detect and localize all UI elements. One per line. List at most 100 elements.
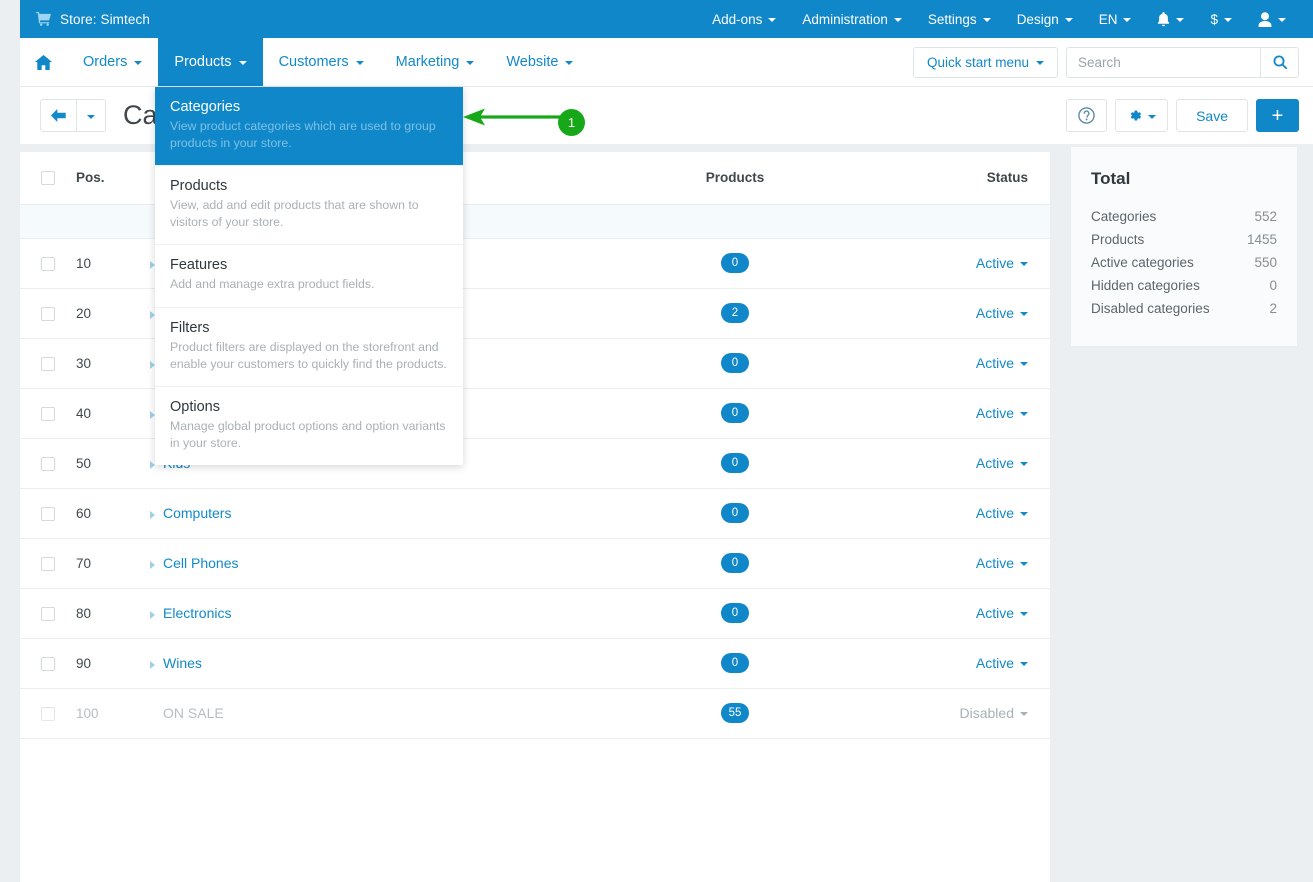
total-row-active-categories: Active categories 550 bbox=[1091, 251, 1277, 274]
select-all-checkbox[interactable] bbox=[41, 171, 55, 185]
products-count-badge[interactable]: 0 bbox=[721, 353, 749, 373]
row-checkbox[interactable] bbox=[41, 357, 55, 371]
help-button[interactable] bbox=[1066, 99, 1107, 132]
menu-item-title: Products bbox=[170, 178, 448, 194]
topnav-notifications[interactable] bbox=[1144, 0, 1197, 38]
category-link[interactable]: Electronics bbox=[163, 605, 231, 621]
expand-triangle-icon[interactable] bbox=[150, 511, 155, 519]
menu-item-filters[interactable]: Filters Product filters are displayed on… bbox=[155, 308, 463, 387]
status-dropdown[interactable]: Active bbox=[976, 305, 1028, 321]
products-count-badge[interactable]: 55 bbox=[721, 703, 750, 723]
menu-item-categories[interactable]: Categories View product categories which… bbox=[155, 87, 463, 166]
tab-marketing[interactable]: Marketing bbox=[380, 38, 491, 86]
tab-orders[interactable]: Orders bbox=[67, 38, 158, 86]
add-category-button[interactable]: + bbox=[1256, 99, 1299, 132]
search-button[interactable] bbox=[1260, 47, 1299, 78]
store-switcher[interactable]: Store: Simtech bbox=[20, 12, 150, 27]
back-button[interactable] bbox=[40, 99, 77, 132]
status-label: Active bbox=[976, 605, 1014, 621]
total-panel: Total Categories 552 Products 1455 Activ… bbox=[1070, 146, 1298, 347]
products-count-badge[interactable]: 0 bbox=[721, 553, 749, 573]
menu-item-title: Filters bbox=[170, 320, 448, 336]
row-checkbox-cell bbox=[20, 588, 76, 638]
row-status-cell: Active bbox=[850, 438, 1050, 488]
products-count-badge[interactable]: 0 bbox=[721, 503, 749, 523]
status-dropdown[interactable]: Active bbox=[976, 455, 1028, 471]
back-dropdown-button[interactable] bbox=[77, 99, 106, 132]
menu-item-products[interactable]: Products View, add and edit products tha… bbox=[155, 166, 463, 245]
status-dropdown[interactable]: Active bbox=[976, 405, 1028, 421]
search-input[interactable] bbox=[1066, 47, 1260, 78]
row-checkbox[interactable] bbox=[41, 307, 55, 321]
row-pos: 30 bbox=[76, 338, 150, 388]
topnav-addons[interactable]: Add-ons bbox=[699, 0, 789, 38]
menu-item-features[interactable]: Features Add and manage extra product fi… bbox=[155, 245, 463, 308]
row-checkbox[interactable] bbox=[41, 407, 55, 421]
total-label: Products bbox=[1091, 232, 1144, 247]
status-dropdown[interactable]: Disabled bbox=[960, 705, 1028, 721]
settings-gear-button[interactable] bbox=[1115, 99, 1168, 132]
chevron-down-icon bbox=[1123, 18, 1131, 22]
quick-start-menu-button[interactable]: Quick start menu bbox=[913, 47, 1058, 78]
products-count-badge[interactable]: 0 bbox=[721, 453, 749, 473]
status-label: Disabled bbox=[960, 705, 1014, 721]
products-count-badge[interactable]: 0 bbox=[721, 403, 749, 423]
status-dropdown[interactable]: Active bbox=[976, 555, 1028, 571]
topnav-language[interactable]: EN bbox=[1086, 0, 1145, 38]
topnav-account[interactable] bbox=[1245, 0, 1299, 38]
tab-website[interactable]: Website bbox=[490, 38, 589, 86]
status-dropdown[interactable]: Active bbox=[976, 655, 1028, 671]
total-value: 0 bbox=[1269, 278, 1277, 293]
row-status-cell: Active bbox=[850, 488, 1050, 538]
row-pos: 50 bbox=[76, 438, 150, 488]
expand-triangle-icon[interactable] bbox=[150, 561, 155, 569]
menu-item-title: Options bbox=[170, 399, 448, 415]
category-link[interactable]: ON SALE bbox=[163, 705, 224, 721]
category-link[interactable]: Cell Phones bbox=[163, 555, 239, 571]
topnav-currency[interactable]: $ bbox=[1197, 0, 1245, 38]
topnav-administration[interactable]: Administration bbox=[789, 0, 915, 38]
category-link[interactable]: Computers bbox=[163, 505, 231, 521]
top-bar: Store: Simtech Add-ons Administration Se… bbox=[20, 0, 1313, 38]
status-dropdown[interactable]: Active bbox=[976, 605, 1028, 621]
topnav-settings[interactable]: Settings bbox=[915, 0, 1004, 38]
row-checkbox[interactable] bbox=[41, 707, 55, 721]
chevron-down-icon bbox=[1278, 18, 1286, 22]
tab-customers[interactable]: Customers bbox=[263, 38, 380, 86]
expand-triangle-icon[interactable] bbox=[150, 661, 155, 669]
table-row[interactable]: 70 Cell Phones 0 Active bbox=[20, 538, 1050, 588]
expand-triangle-icon[interactable] bbox=[150, 611, 155, 619]
products-count-badge[interactable]: 2 bbox=[721, 303, 749, 323]
row-checkbox[interactable] bbox=[41, 257, 55, 271]
table-row[interactable]: 90 Wines 0 Active bbox=[20, 638, 1050, 688]
topnav-design[interactable]: Design bbox=[1004, 0, 1086, 38]
row-name-cell: Cell Phones bbox=[150, 538, 620, 588]
row-checkbox[interactable] bbox=[41, 457, 55, 471]
topnav-addons-label: Add-ons bbox=[712, 12, 762, 27]
row-checkbox[interactable] bbox=[41, 657, 55, 671]
products-count-badge[interactable]: 0 bbox=[721, 603, 749, 623]
search-group bbox=[1066, 47, 1299, 78]
row-checkbox-cell bbox=[20, 638, 76, 688]
row-checkbox[interactable] bbox=[41, 507, 55, 521]
table-row[interactable]: 60 Computers 0 Active bbox=[20, 488, 1050, 538]
status-dropdown[interactable]: Active bbox=[976, 355, 1028, 371]
chevron-down-icon bbox=[1148, 115, 1156, 119]
table-row[interactable]: 80 Electronics 0 Active bbox=[20, 588, 1050, 638]
row-checkbox[interactable] bbox=[41, 557, 55, 571]
status-dropdown[interactable]: Active bbox=[976, 505, 1028, 521]
products-count-badge[interactable]: 0 bbox=[721, 653, 749, 673]
save-button[interactable]: Save bbox=[1176, 99, 1248, 132]
menu-item-options[interactable]: Options Manage global product options an… bbox=[155, 387, 463, 465]
nav-home[interactable] bbox=[20, 38, 67, 86]
row-products-cell: 0 bbox=[620, 638, 850, 688]
arrow-left-icon bbox=[51, 109, 66, 122]
row-checkbox-cell bbox=[20, 288, 76, 338]
table-row[interactable]: 100 ON SALE 55 Disabled bbox=[20, 688, 1050, 738]
row-checkbox[interactable] bbox=[41, 607, 55, 621]
status-dropdown[interactable]: Active bbox=[976, 255, 1028, 271]
category-link[interactable]: Wines bbox=[163, 655, 202, 671]
tab-products[interactable]: Products bbox=[158, 38, 262, 86]
products-count-badge[interactable]: 0 bbox=[721, 253, 749, 273]
products-dropdown-menu: Categories View product categories which… bbox=[155, 87, 463, 465]
